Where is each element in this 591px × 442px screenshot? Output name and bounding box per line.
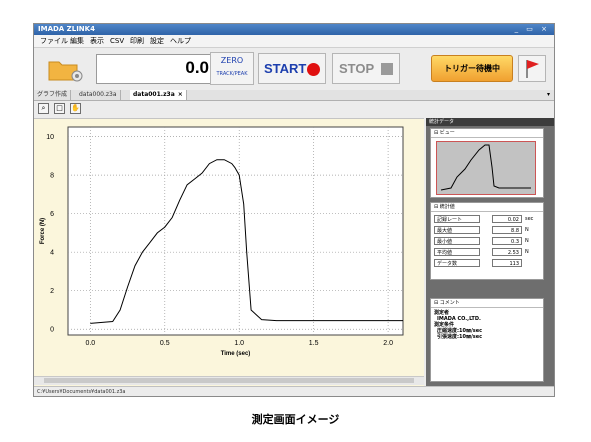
app-window: IMADA ZLINK4 _ ▭ × ファイル 編集 表示 CSV 印刷 設定 … — [33, 23, 555, 397]
x-axis-label: Time (sec) — [221, 351, 251, 357]
stat-value: 0.3 — [492, 237, 522, 245]
comment-line: 引張速度:10㎜/sec — [437, 334, 483, 340]
stat-row-max: 最大値 8.8 N — [434, 225, 538, 235]
stop-button[interactable]: STOP — [332, 53, 400, 84]
zero-trackpeak-button[interactable]: ZERO TRACK/PEAK — [210, 52, 254, 85]
trackpeak-label: TRACK/PEAK — [216, 71, 248, 77]
start-label: START — [264, 61, 307, 76]
stop-label: STOP — [339, 61, 375, 76]
stat-value: 0.02 — [492, 215, 522, 223]
tab-data000[interactable]: data000.z3a — [76, 90, 121, 100]
graph-toolbar: ⌕ □ ✋ — [34, 101, 424, 117]
y-tick-label: 4 — [50, 250, 54, 257]
stats-card: ⊟ 統計値 記録レート 0.02 sec 最大値 8.8 N 最小値 0.3 N… — [430, 202, 544, 280]
stat-key: データ数 — [434, 259, 480, 267]
stat-unit: N — [525, 249, 529, 255]
document-tabs: グラフ作成 data000.z3a data001.z3a × ▾ — [34, 90, 554, 101]
stat-row-avg: 平均値 2.53 N — [434, 247, 538, 257]
window-controls[interactable]: _ ▭ × — [515, 24, 550, 35]
stats-panel: 統計データ ⊟ ビュー ⊟ 統計値 記録レート 0.02 sec 最大値 8.8… — [426, 118, 554, 386]
stat-row-count: データ数 113 — [434, 258, 538, 268]
pan-hand-icon[interactable]: ✋ — [70, 103, 81, 114]
open-folder-icon[interactable] — [47, 56, 85, 82]
x-tick-label: 1.5 — [309, 340, 319, 347]
file-path: C:¥Users¥Documents¥data001.z3a — [37, 389, 126, 395]
stat-row-rate: 記録レート 0.02 sec — [434, 214, 538, 224]
view-card: ⊟ ビュー — [430, 128, 544, 198]
stat-unit: N — [525, 227, 529, 233]
stat-value: 8.8 — [492, 226, 522, 234]
zero-label: ZERO — [220, 56, 244, 65]
record-dot-icon — [307, 63, 320, 76]
force-chart: 0.0 0.5 1.0 1.5 2.0 0 2 4 6 8 10 Time (sec) Force … — [40, 126, 404, 357]
status-bar: C:¥Users¥Documents¥data001.z3a — [34, 386, 554, 396]
tab-data001-label: data001.z3a — [133, 91, 175, 98]
preview-curve — [440, 144, 531, 191]
stat-value: 2.53 — [492, 248, 522, 256]
y-axis-label: Force (N) — [40, 218, 46, 244]
start-button[interactable]: START — [258, 53, 326, 84]
x-tick-label: 0.5 — [160, 340, 170, 347]
x-tick-label: 0.0 — [85, 340, 95, 347]
toolbar: 0.0 N ZERO TRACK/PEAK START STOP トリガー待機中 — [34, 48, 554, 90]
flag-button[interactable] — [518, 55, 546, 82]
stat-key: 記録レート — [434, 215, 480, 223]
stats-panel-header: 統計データ — [426, 118, 554, 126]
stat-unit: N — [525, 238, 529, 244]
y-tick-label: 2 — [50, 288, 54, 295]
y-tick-label: 6 — [50, 211, 54, 218]
y-tick-label: 8 — [50, 173, 54, 180]
plot-panel: 0.0 0.5 1.0 1.5 2.0 0 2 4 6 8 10 Time (sec) Force … — [34, 118, 424, 389]
stat-key: 最小値 — [434, 237, 480, 245]
window-title: IMADA ZLINK4 — [38, 25, 95, 33]
scroll-thumb[interactable] — [44, 378, 414, 383]
horizontal-scrollbar[interactable] — [34, 376, 424, 385]
tab-list-chevron-icon[interactable]: ▾ — [547, 90, 550, 100]
stat-key: 最大値 — [434, 226, 480, 234]
preview-thumbnail — [436, 141, 536, 195]
tab-graph[interactable]: グラフ作成 — [34, 90, 72, 100]
force-value: 0.0 — [185, 58, 209, 77]
comment-text[interactable]: 測定者 IMADA CO.,LTD. 測定条件 圧縮速度:10㎜/sec 引張速… — [431, 308, 543, 342]
menu-file[interactable]: ファイル — [40, 35, 68, 47]
x-tick-label: 1.0 — [234, 340, 244, 347]
title-bar: IMADA ZLINK4 _ ▭ × — [34, 24, 554, 35]
x-tick-label: 2.0 — [383, 340, 393, 347]
tab-data001[interactable]: data001.z3a × — [130, 90, 187, 100]
trigger-wait-button[interactable]: トリガー待機中 — [431, 55, 513, 82]
comment-section-label[interactable]: ⊟ コメント — [431, 299, 543, 308]
menu-view[interactable]: 表示 — [90, 35, 104, 47]
y-tick-label: 10 — [46, 134, 54, 141]
plot-area — [67, 126, 404, 336]
flag-icon — [526, 60, 539, 78]
stat-row-min: 最小値 0.3 N — [434, 236, 538, 246]
tab-close-icon[interactable]: × — [178, 91, 183, 98]
menu-bar: ファイル 編集 表示 CSV 印刷 設定 ヘルプ — [34, 35, 554, 48]
menu-print[interactable]: 印刷 — [130, 35, 144, 47]
stat-unit: sec — [525, 216, 534, 222]
stat-key: 平均値 — [434, 248, 480, 256]
comment-card: ⊟ コメント 測定者 IMADA CO.,LTD. 測定条件 圧縮速度:10㎜/… — [430, 298, 544, 382]
fit-icon[interactable]: □ — [54, 103, 65, 114]
y-tick-label: 0 — [50, 327, 54, 334]
menu-settings[interactable]: 設定 — [150, 35, 164, 47]
zoom-icon[interactable]: ⌕ — [38, 103, 49, 114]
caption: 測定画面イメージ — [251, 413, 340, 426]
stop-square-icon — [381, 63, 393, 75]
stat-value: 113 — [492, 259, 522, 267]
menu-edit[interactable]: 編集 — [70, 35, 84, 47]
stats-section-label[interactable]: ⊟ 統計値 — [431, 203, 543, 212]
menu-help[interactable]: ヘルプ — [170, 35, 191, 47]
menu-csv[interactable]: CSV — [110, 35, 124, 47]
view-section-label[interactable]: ⊟ ビュー — [431, 129, 543, 138]
